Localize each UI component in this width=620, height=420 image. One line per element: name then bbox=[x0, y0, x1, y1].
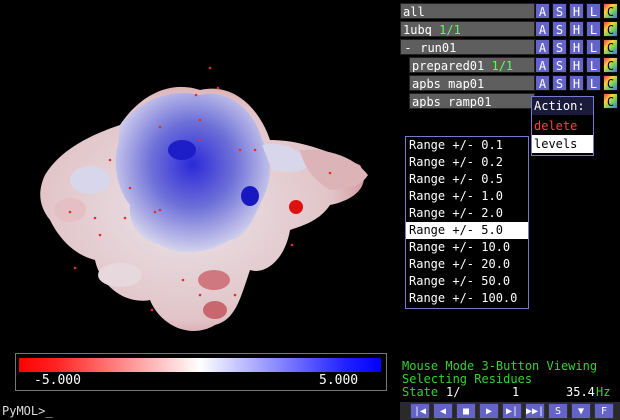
label-button[interactable]: L bbox=[586, 3, 601, 19]
action-button[interactable]: A bbox=[535, 57, 550, 73]
hide-button[interactable]: H bbox=[569, 3, 584, 19]
stop-button[interactable]: ■ bbox=[456, 403, 476, 419]
object-name: prepared01 bbox=[412, 59, 485, 73]
object-name: apbs_ramp01 bbox=[412, 95, 492, 109]
hide-button[interactable]: H bbox=[569, 57, 584, 73]
protein-surface-render bbox=[40, 66, 368, 331]
hide-button[interactable]: H bbox=[569, 21, 584, 37]
label-button[interactable]: L bbox=[586, 75, 601, 91]
object-name: run01 bbox=[420, 41, 457, 55]
action-button[interactable]: A bbox=[535, 39, 550, 55]
object-row-apbs-ramp01[interactable]: apbs_ramp01 bbox=[409, 93, 535, 109]
ramp-max-label: 5.000 bbox=[319, 373, 359, 388]
object-name: all bbox=[403, 5, 425, 19]
ramp-min-label: -5.000 bbox=[34, 373, 81, 388]
step-forward-button[interactable]: ▶| bbox=[502, 403, 522, 419]
color-button[interactable]: C bbox=[603, 39, 618, 55]
step-back-button[interactable]: ◀ bbox=[433, 403, 453, 419]
action-popup: Action: delete levels bbox=[531, 96, 594, 156]
object-name: apbs_map01 bbox=[412, 77, 485, 91]
full-screen-button[interactable]: F bbox=[594, 403, 614, 419]
range-menu-item[interactable]: Range +/- 0.5 bbox=[406, 171, 528, 188]
range-menu-item-selected[interactable]: Range +/- 5.0 bbox=[406, 222, 528, 239]
status-area: Mouse Mode 3-Button Viewing Selecting Re… bbox=[400, 360, 620, 402]
molecular-viewport[interactable]: -5.000 5.000 bbox=[0, 0, 400, 402]
range-menu-item[interactable]: Range +/- 100.0 bbox=[406, 290, 528, 307]
color-ramp-bar: -5.000 5.000 bbox=[15, 353, 387, 391]
action-button[interactable]: A bbox=[535, 3, 550, 19]
color-button[interactable]: C bbox=[603, 21, 618, 37]
action-popup-title: Action: bbox=[532, 97, 593, 115]
object-name: 1ubq bbox=[403, 23, 432, 37]
label-button[interactable]: L bbox=[586, 39, 601, 55]
color-button[interactable]: C bbox=[603, 75, 618, 91]
fps-value: 35.4 bbox=[566, 385, 595, 399]
object-row-all[interactable]: all bbox=[400, 3, 535, 19]
command-line[interactable]: PyMOL>_ bbox=[0, 402, 402, 420]
play-button[interactable]: ▶ bbox=[479, 403, 499, 419]
state-total: 1 bbox=[512, 385, 520, 399]
label-button[interactable]: L bbox=[586, 57, 601, 73]
show-button[interactable]: S bbox=[552, 75, 567, 91]
object-row-apbs-map01[interactable]: apbs_map01 bbox=[409, 75, 535, 91]
movie-controls: |◀ ◀ ■ ▶ ▶| ▶▶| S ▼ F bbox=[400, 402, 620, 420]
delete-menu-item[interactable]: delete bbox=[532, 117, 593, 135]
range-menu-item[interactable]: Range +/- 1.0 bbox=[406, 188, 528, 205]
show-button[interactable]: S bbox=[552, 21, 567, 37]
range-menu-item[interactable]: Range +/- 0.2 bbox=[406, 154, 528, 171]
object-row-1ubq[interactable]: 1ubq 1/1 bbox=[400, 21, 535, 37]
state-value: 1/ bbox=[446, 385, 461, 399]
state-label: State bbox=[402, 385, 439, 399]
range-menu-item[interactable]: Range +/- 0.1 bbox=[406, 137, 528, 154]
fps-unit: Hz bbox=[596, 385, 611, 399]
color-button[interactable]: C bbox=[603, 57, 618, 73]
hide-button[interactable]: H bbox=[569, 39, 584, 55]
range-menu-item[interactable]: Range +/- 20.0 bbox=[406, 256, 528, 273]
hide-button[interactable]: H bbox=[569, 75, 584, 91]
object-row-run01[interactable]: - run01 bbox=[400, 39, 535, 55]
rewind-button[interactable]: |◀ bbox=[410, 403, 430, 419]
color-button[interactable]: C bbox=[603, 3, 618, 19]
object-row-prepared01[interactable]: prepared01 1/1 bbox=[409, 57, 535, 73]
color-ramp-gradient bbox=[19, 358, 381, 372]
state-count: 1/1 bbox=[491, 59, 514, 73]
label-button[interactable]: L bbox=[586, 21, 601, 37]
state-count: 1/1 bbox=[439, 23, 461, 37]
action-button[interactable]: A bbox=[535, 75, 550, 91]
collapse-icon[interactable]: - bbox=[403, 40, 413, 54]
range-menu-item[interactable]: Range +/- 50.0 bbox=[406, 273, 528, 290]
scene-button[interactable]: S bbox=[548, 403, 568, 419]
color-button[interactable]: C bbox=[603, 93, 618, 109]
end-button[interactable]: ▶▶| bbox=[525, 403, 545, 419]
show-button[interactable]: S bbox=[552, 57, 567, 73]
range-menu-item[interactable]: Range +/- 10.0 bbox=[406, 239, 528, 256]
levels-submenu: Range +/- 0.1 Range +/- 0.2 Range +/- 0.… bbox=[405, 136, 529, 309]
show-button[interactable]: S bbox=[552, 3, 567, 19]
show-button[interactable]: S bbox=[552, 39, 567, 55]
action-button[interactable]: A bbox=[535, 21, 550, 37]
levels-menu-item[interactable]: levels bbox=[532, 135, 593, 153]
range-menu-item[interactable]: Range +/- 2.0 bbox=[406, 205, 528, 222]
scene-menu-button[interactable]: ▼ bbox=[571, 403, 591, 419]
